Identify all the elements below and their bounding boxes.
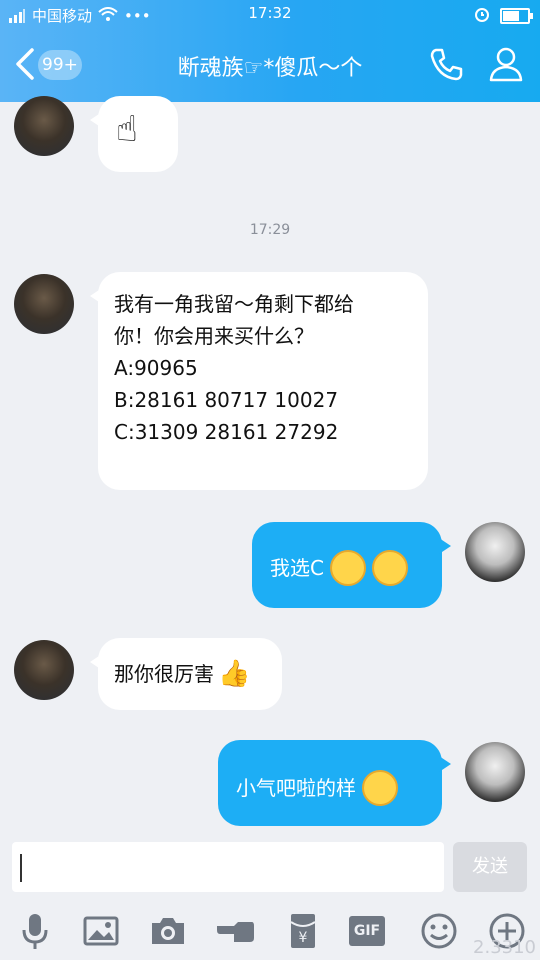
message-content: 我选C bbox=[270, 550, 408, 586]
message-bubble-reply[interactable]: 我选C bbox=[252, 522, 451, 608]
message-bubble-reply[interactable]: 小气吧啦的样 bbox=[218, 740, 451, 826]
chat-title: 断魂族☞*傻瓜〜个 bbox=[177, 56, 363, 81]
message-text: 我有⼀角我留〜角剩下都给 你！你会用来买什么？ A:90965 B:28161 … bbox=[114, 288, 424, 448]
grin-emoji-icon bbox=[329, 550, 366, 586]
camera-icon bbox=[152, 918, 184, 944]
battery-fill bbox=[503, 11, 519, 21]
alarm-icon bbox=[474, 6, 490, 26]
smiley-icon bbox=[421, 913, 457, 949]
message-bubble-emoji[interactable]: ☝ bbox=[90, 96, 178, 172]
thumbs-up-emoji-icon: 👍 bbox=[218, 659, 251, 689]
message-line: 你！你会用来买什么？ bbox=[114, 324, 314, 348]
image-button[interactable] bbox=[80, 910, 122, 952]
message-line: 我有⼀角我留〜角剩下都给 bbox=[114, 292, 354, 316]
chat-toolbar: ¥ GIF bbox=[0, 900, 540, 960]
message-text: 我选C bbox=[270, 556, 324, 580]
send-button[interactable]: 发送 bbox=[453, 842, 527, 892]
gif-button[interactable]: GIF bbox=[349, 910, 391, 952]
yen-symbol: ¥ bbox=[299, 930, 308, 946]
status-right bbox=[474, 6, 533, 26]
avatar-me[interactable] bbox=[465, 522, 525, 582]
shy-emoji-icon bbox=[362, 770, 398, 806]
image-icon bbox=[83, 916, 119, 946]
call-button[interactable] bbox=[426, 44, 466, 84]
pointing-hand-icon bbox=[217, 922, 254, 942]
chat-header: 99+ 断魂族☞*傻瓜〜个 bbox=[0, 28, 540, 102]
gif-icon: GIF bbox=[349, 916, 385, 946]
voice-button[interactable] bbox=[14, 910, 56, 952]
chat-timestamp: 17:29 bbox=[249, 222, 291, 238]
red-packet-icon: ¥ bbox=[290, 914, 316, 948]
message-text: 小气吧啦的样 bbox=[236, 776, 356, 800]
unread-badge[interactable]: 99+ bbox=[38, 50, 82, 80]
red-packet-button[interactable]: ¥ bbox=[282, 910, 324, 952]
profile-button[interactable] bbox=[486, 44, 526, 84]
message-line: A:90965 bbox=[114, 356, 198, 380]
message-line: B:28161 80717 10027 bbox=[114, 388, 339, 412]
message-content: 那你很厉害 👍 bbox=[114, 658, 250, 690]
person-icon bbox=[489, 47, 523, 82]
message-bubble-praise[interactable]: 那你很厉害 👍 bbox=[90, 638, 282, 710]
emoji-button[interactable] bbox=[418, 910, 460, 952]
grin-emoji-icon bbox=[371, 550, 408, 586]
avatar-other[interactable] bbox=[14, 640, 74, 700]
message-line: C:31309 28161 27292 bbox=[114, 420, 339, 444]
avatar-other[interactable] bbox=[14, 274, 74, 334]
top-bar: 中国移动 ••• 17:32 99+ 断魂族☞*傻瓜〜个 bbox=[0, 0, 540, 102]
pointing-up-emoji: ☝ bbox=[116, 109, 138, 150]
camera-button[interactable] bbox=[147, 910, 189, 952]
avatar-other[interactable] bbox=[14, 96, 74, 156]
message-content: 小气吧啦的样 bbox=[236, 770, 398, 806]
watermark: 2.3310 bbox=[473, 937, 536, 958]
microphone-icon bbox=[22, 914, 48, 949]
message-input[interactable] bbox=[12, 842, 444, 892]
phone-icon bbox=[430, 48, 463, 81]
battery-icon bbox=[500, 8, 533, 24]
message-text: 那你很厉害 bbox=[114, 662, 214, 686]
status-time: 17:32 bbox=[248, 4, 292, 22]
input-bar: 发送 bbox=[0, 836, 540, 896]
text-caret bbox=[20, 854, 22, 882]
poke-button[interactable] bbox=[214, 910, 256, 952]
message-bubble-quiz[interactable]: 我有⼀角我留〜角剩下都给 你！你会用来买什么？ A:90965 B:28161 … bbox=[90, 272, 428, 490]
status-bar: 中国移动 ••• 17:32 bbox=[0, 0, 540, 28]
avatar-me[interactable] bbox=[465, 742, 525, 802]
gif-label: GIF bbox=[353, 923, 381, 939]
